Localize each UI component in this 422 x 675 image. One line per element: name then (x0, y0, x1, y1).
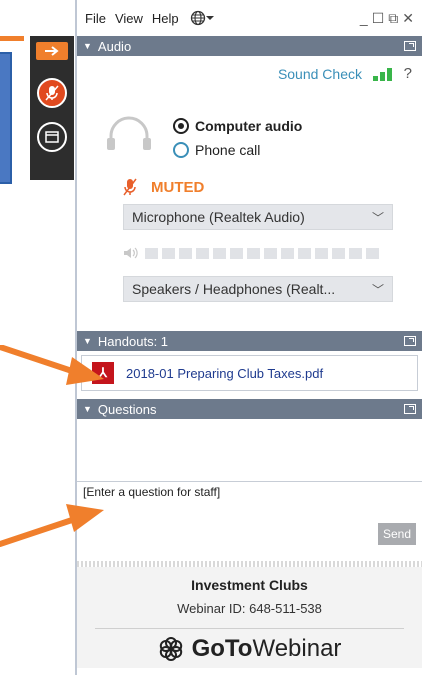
speakers-select[interactable]: Speakers / Headphones (Realt... ﹀ (123, 276, 393, 302)
send-button[interactable]: Send (378, 523, 416, 545)
handouts-section: ⅄ 2018-01 Preparing Club Taxes.pdf (77, 351, 422, 399)
background-window-edge (0, 52, 12, 184)
organizer-name: Investment Clubs (191, 577, 308, 593)
computer-audio-label: Computer audio (195, 118, 303, 134)
microphone-select[interactable]: Microphone (Realtek Audio) ﹀ (123, 204, 393, 230)
questions-log (77, 419, 422, 481)
footer-divider (95, 628, 404, 629)
menu-help[interactable]: Help (152, 11, 179, 26)
control-panel: File View Help _ ☐ ⧉ ✕ ▼ Audio Sound Che… (75, 0, 422, 675)
microphone-value: Microphone (Realtek Audio) (132, 209, 305, 225)
chevron-down-icon: ﹀ (371, 210, 384, 225)
caret-down-icon (205, 16, 214, 20)
flower-logo-icon (159, 637, 182, 661)
minimize-button[interactable]: _ (360, 10, 368, 26)
handouts-section-header[interactable]: ▼ Handouts: 1 (77, 331, 422, 351)
webinar-id: Webinar ID: 648-511-538 (177, 601, 322, 616)
chevron-down-icon: ﹀ (371, 282, 384, 297)
annotation-arrow-handout (0, 345, 104, 385)
question-input[interactable]: [Enter a question for staff] (77, 481, 422, 521)
questions-section-header[interactable]: ▼ Questions (77, 399, 422, 419)
annotation-arrow-question (0, 504, 104, 547)
orange-accent-bar (0, 36, 24, 41)
restore-button[interactable]: ⧉ (388, 10, 398, 27)
menu-view[interactable]: View (115, 11, 143, 26)
send-area: Send (77, 521, 422, 561)
questions-section-title: Questions (97, 401, 157, 417)
signal-strength-icon (373, 67, 392, 81)
collapse-triangle-icon: ▼ (83, 41, 92, 51)
handout-file-link[interactable]: ⅄ 2018-01 Preparing Club Taxes.pdf (81, 355, 418, 391)
radio-selected[interactable] (173, 118, 189, 134)
collapse-panel-button[interactable] (36, 42, 68, 60)
popout-icon[interactable] (404, 41, 416, 51)
handout-file-name: 2018-01 Preparing Club Taxes.pdf (126, 365, 324, 381)
window-icon (45, 131, 59, 143)
logo-goto-text: GoTo (191, 635, 253, 662)
gotowebinar-logo: GoTo Webinar (77, 635, 422, 663)
headset-icon (107, 116, 151, 150)
arrow-right-icon (45, 46, 59, 56)
audio-section: Sound Check ? Computer audio Phone call … (77, 56, 422, 331)
speaker-icon (124, 247, 138, 259)
audio-section-header[interactable]: ▼ Audio (77, 36, 422, 56)
speaker-level-meter (123, 246, 379, 260)
close-button[interactable]: ✕ (402, 10, 414, 27)
speakers-value: Speakers / Headphones (Realt... (132, 281, 336, 297)
globe-icon (190, 10, 205, 26)
webinar-info-footer: Investment Clubs Webinar ID: 648-511-538… (77, 567, 422, 668)
radio-unselected[interactable] (173, 142, 189, 158)
muted-status: MUTED (123, 178, 204, 196)
maximize-button[interactable]: ☐ (372, 10, 385, 27)
muted-mic-icon (123, 178, 137, 196)
handouts-section-title: Handouts: 1 (97, 333, 169, 349)
audio-section-title: Audio (97, 38, 132, 54)
phone-call-label: Phone call (195, 142, 261, 158)
control-toolbar (30, 36, 74, 180)
phone-call-option[interactable]: Phone call (173, 142, 260, 158)
computer-audio-option[interactable]: Computer audio (173, 118, 302, 134)
collapse-triangle-icon: ▼ (83, 404, 92, 414)
logo-webinar-text: Webinar (252, 635, 342, 662)
muted-mic-icon (45, 85, 59, 101)
mute-toggle-button[interactable] (37, 78, 67, 108)
language-menu[interactable] (190, 10, 214, 26)
menu-bar: File View Help _ ☐ ⧉ ✕ (77, 0, 422, 36)
help-button[interactable]: ? (404, 65, 412, 82)
popout-icon[interactable] (404, 336, 416, 346)
popout-icon[interactable] (404, 404, 416, 414)
sound-check-link[interactable]: Sound Check (278, 66, 362, 82)
menu-file[interactable]: File (85, 11, 106, 26)
screen-toggle-button[interactable] (37, 122, 67, 152)
muted-label: MUTED (151, 178, 205, 196)
